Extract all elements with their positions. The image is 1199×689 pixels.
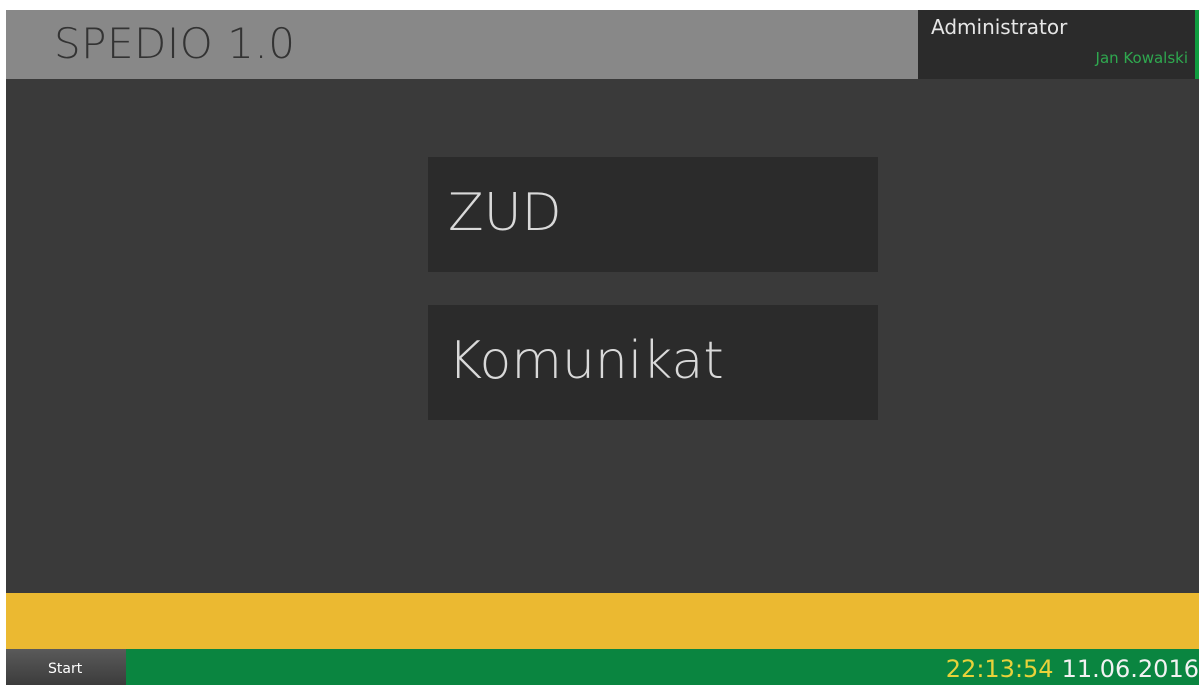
header-bar: SPEDIO 1.0 Administrator Jan Kowalski [6,10,1199,79]
clock-time: 22:13:54 [945,655,1054,683]
app-title: SPEDIO 1.0 [54,19,296,68]
user-name: Jan Kowalski [1095,49,1188,67]
tile-label: Komunikat [448,331,724,391]
start-button[interactable]: Start [6,649,126,685]
app-window: SPEDIO 1.0 Administrator Jan Kowalski ZU… [6,10,1199,685]
clock-date: 11.06.2016 [1061,655,1199,683]
user-role: Administrator [931,15,1068,39]
status-banner [6,593,1199,649]
tile-zud-button[interactable]: ZUD [428,157,878,272]
taskbar: Start 22:13:54 11.06.2016 [6,649,1199,685]
clock: 22:13:54 11.06.2016 [946,649,1199,685]
user-panel[interactable]: Administrator Jan Kowalski [918,10,1199,79]
tile-komunikat-button[interactable]: Komunikat [428,305,878,420]
tile-label: ZUD [448,183,562,243]
